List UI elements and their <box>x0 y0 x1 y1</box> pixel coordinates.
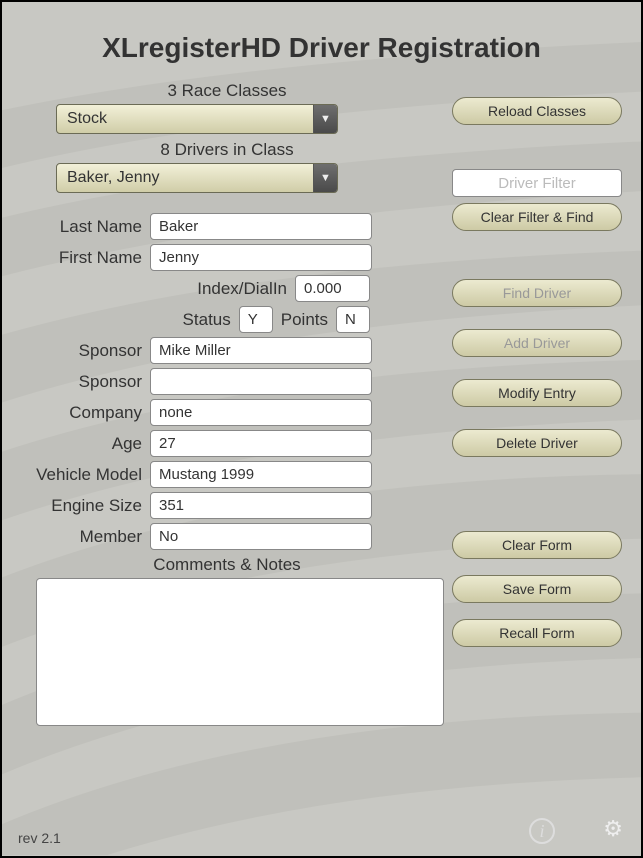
find-driver-button[interactable]: Find Driver <box>452 279 622 307</box>
race-classes-label: 3 Race Classes <box>22 81 432 101</box>
class-select-value: Stock <box>57 110 313 128</box>
first-name-label: First Name <box>22 248 142 268</box>
chevron-down-icon: ▼ <box>313 164 337 192</box>
company-input[interactable]: none <box>150 399 372 426</box>
engine-size-input[interactable]: 351 <box>150 492 372 519</box>
add-driver-button[interactable]: Add Driver <box>452 329 622 357</box>
delete-driver-button[interactable]: Delete Driver <box>452 429 622 457</box>
last-name-label: Last Name <box>22 217 142 237</box>
gear-icon[interactable]: ⚙ <box>603 816 623 842</box>
page-title: XLregisterHD Driver Registration <box>2 32 641 64</box>
comments-notes-label: Comments & Notes <box>22 555 432 575</box>
reload-classes-button[interactable]: Reload Classes <box>452 97 622 125</box>
modify-entry-button[interactable]: Modify Entry <box>452 379 622 407</box>
vehicle-model-input[interactable]: Mustang 1999 <box>150 461 372 488</box>
clear-filter-find-button[interactable]: Clear Filter & Find <box>452 203 622 231</box>
index-dialin-label: Index/DialIn <box>197 279 287 299</box>
engine-size-label: Engine Size <box>22 496 142 516</box>
clear-form-button[interactable]: Clear Form <box>452 531 622 559</box>
driver-select[interactable]: Baker, Jenny ▼ <box>56 163 338 193</box>
age-label: Age <box>22 434 142 454</box>
revision-label: rev 2.1 <box>18 830 61 846</box>
info-icon[interactable]: i <box>529 818 555 844</box>
class-select[interactable]: Stock ▼ <box>56 104 338 134</box>
driver-filter-input[interactable]: Driver Filter <box>452 169 622 197</box>
chevron-down-icon: ▼ <box>313 105 337 133</box>
sponsor2-input[interactable] <box>150 368 372 395</box>
member-label: Member <box>22 527 142 547</box>
comments-notes-textarea[interactable] <box>36 578 444 726</box>
sponsor2-label: Sponsor <box>22 372 142 392</box>
company-label: Company <box>22 403 142 423</box>
first-name-input[interactable]: Jenny <box>150 244 372 271</box>
drivers-in-class-label: 8 Drivers in Class <box>22 140 432 160</box>
status-input[interactable]: Y <box>239 306 273 333</box>
points-label: Points <box>281 310 328 330</box>
vehicle-model-label: Vehicle Model <box>22 465 142 485</box>
sponsor1-input[interactable]: Mike Miller <box>150 337 372 364</box>
app-window: XLregisterHD Driver Registration 3 Race … <box>0 0 643 858</box>
sponsor1-label: Sponsor <box>22 341 142 361</box>
last-name-input[interactable]: Baker <box>150 213 372 240</box>
recall-form-button[interactable]: Recall Form <box>452 619 622 647</box>
driver-select-value: Baker, Jenny <box>57 169 313 187</box>
index-dialin-input[interactable]: 0.000 <box>295 275 370 302</box>
member-input[interactable]: No <box>150 523 372 550</box>
status-label: Status <box>183 310 231 330</box>
points-input[interactable]: N <box>336 306 370 333</box>
save-form-button[interactable]: Save Form <box>452 575 622 603</box>
age-input[interactable]: 27 <box>150 430 372 457</box>
